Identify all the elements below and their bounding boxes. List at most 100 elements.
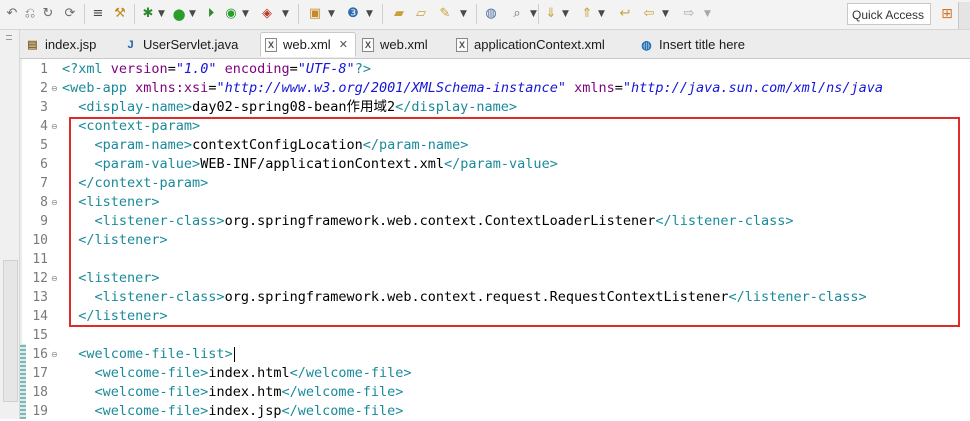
- fold-toggle-icon[interactable]: ⊖: [51, 122, 58, 131]
- code-text: <welcome-file-list>: [62, 345, 235, 364]
- coverage-dropdown-icon[interactable]: ▼: [242, 5, 249, 23]
- code-line[interactable]: 13 <listener-class>org.springframework.w…: [20, 288, 970, 307]
- open-folder-icon[interactable]: ▰: [390, 5, 408, 23]
- perspective-tab[interactable]: [958, 2, 970, 29]
- code-line[interactable]: 12 ⊖ <listener>: [20, 269, 970, 288]
- open-perspective-icon[interactable]: ⊞: [938, 5, 956, 23]
- back-arrow-dropdown-icon[interactable]: ▼: [662, 5, 669, 23]
- code-line[interactable]: 19 <welcome-file>index.jsp</welcome-file…: [20, 402, 970, 421]
- run-config-icon[interactable]: ⏵: [202, 5, 220, 23]
- code-line[interactable]: 8 ⊖ <listener>: [20, 193, 970, 212]
- code-token: "UTF-8": [297, 61, 355, 77]
- code-line[interactable]: 2 ⊖ <web-app xmlns:xsi = "http://www.w3.org/…: [20, 79, 970, 98]
- open-type-icon[interactable]: ▱: [412, 5, 430, 23]
- code-line[interactable]: 16 ⊖ <welcome-file-list>: [20, 345, 970, 364]
- forward-arrow-icon[interactable]: ⇨: [680, 5, 698, 23]
- code-token: =: [167, 61, 176, 77]
- code-token: <listener>: [78, 270, 160, 286]
- code-line[interactable]: 14 </listener>: [20, 307, 970, 326]
- previous-annotation-dropdown-icon[interactable]: ▼: [598, 5, 605, 23]
- code-line[interactable]: 18 <welcome-file>index.htm</welcome-file…: [20, 383, 970, 402]
- tab-userservlet-java[interactable]: J UserServlet.java: [120, 32, 260, 57]
- previous-annotation-icon[interactable]: ⇑: [578, 5, 596, 23]
- back-icon[interactable]: ↶: [4, 5, 20, 23]
- code-text: <listener-class>org.springframework.web.…: [62, 288, 867, 307]
- forward-arrow-dropdown-icon[interactable]: ▼: [704, 5, 711, 23]
- next-annotation-dropdown-icon[interactable]: ▼: [562, 5, 569, 23]
- fold-toggle-icon[interactable]: ⊖: [51, 274, 58, 283]
- xml-editor[interactable]: 1 <?xml version="1.0" encoding="UTF-8"?> 2…: [20, 59, 970, 419]
- code-token: </listener>: [78, 308, 168, 324]
- tab-web-xml[interactable]: X web.xml: [358, 32, 448, 57]
- tab-label: web.xml: [380, 37, 428, 52]
- editor-tab-bar: ▤ index.jsp J UserServlet.java X web.xml…: [20, 30, 970, 59]
- code-line[interactable]: 11: [20, 250, 970, 269]
- code-token: ?>: [354, 61, 371, 77]
- undo-icon[interactable]: ⎌: [22, 5, 38, 23]
- build-icon[interactable]: ⚒: [112, 5, 128, 23]
- code-token: =: [289, 61, 298, 77]
- code-text: </context-param>: [62, 174, 208, 193]
- redo-icon[interactable]: ↻: [40, 5, 56, 23]
- search-icon[interactable]: ⌕: [508, 5, 526, 23]
- coverage-icon[interactable]: ◉: [222, 5, 240, 23]
- quick-access-input[interactable]: Quick Access: [847, 3, 931, 25]
- fold-toggle-icon[interactable]: ⊖: [51, 350, 58, 359]
- globe-icon[interactable]: ◍: [482, 5, 500, 23]
- code-line[interactable]: 6 <param-value>WEB-INF/applicationContex…: [20, 155, 970, 174]
- left-panel-scrollbar[interactable]: [3, 260, 18, 402]
- code-line[interactable]: 3 <display-name>day02-spring08-bean作用域2<…: [20, 98, 970, 117]
- pencil-dropdown-icon[interactable]: ▼: [460, 5, 467, 23]
- tab-label: web.xml: [283, 37, 331, 52]
- tab-label: UserServlet.java: [143, 37, 239, 52]
- last-edit-icon[interactable]: ↩: [616, 5, 634, 23]
- debug-dropdown-icon[interactable]: ▼: [158, 5, 165, 23]
- pencil-icon[interactable]: ✎: [436, 5, 454, 23]
- new-server-dropdown-icon[interactable]: ▼: [328, 5, 335, 23]
- tab-index-jsp[interactable]: ▤ index.jsp: [22, 32, 118, 57]
- code-token: <listener-class>: [94, 289, 225, 305]
- search-dropdown-icon[interactable]: ▼: [530, 5, 537, 23]
- new-class-dropdown-icon[interactable]: ▼: [366, 5, 373, 23]
- tab-insert-title-here[interactable]: ◍ Insert title here: [636, 32, 776, 57]
- toolbar-separator: [298, 4, 299, 24]
- code-line[interactable]: 17 <welcome-file>index.html</welcome-fil…: [20, 364, 970, 383]
- code-line[interactable]: 10 </listener>: [20, 231, 970, 250]
- line-number: 2: [40, 81, 48, 96]
- code-token: </listener>: [78, 232, 168, 248]
- run-icon[interactable]: ●: [170, 5, 188, 23]
- code-line[interactable]: 15: [20, 326, 970, 345]
- java-file-icon: J: [127, 38, 134, 51]
- code-line[interactable]: 5 <param-name>contextConfigLocation</par…: [20, 136, 970, 155]
- new-class-icon[interactable]: ❸: [344, 5, 362, 23]
- code-text: </listener>: [62, 231, 168, 250]
- code-token: index.html: [208, 365, 290, 381]
- code-line[interactable]: 7 </context-param>: [20, 174, 970, 193]
- code-text: <listener>: [62, 269, 160, 288]
- menu-lines-icon[interactable]: ≡: [90, 5, 106, 23]
- line-number: 14: [32, 309, 48, 324]
- next-annotation-icon[interactable]: ⇓: [542, 5, 560, 23]
- code-token: day02-spring08-bean作用域2: [192, 99, 396, 115]
- xml-file-icon: X: [362, 37, 374, 52]
- close-icon[interactable]: ✕: [339, 38, 348, 51]
- fold-toggle-icon[interactable]: ⊖: [51, 84, 58, 93]
- external-tools-icon[interactable]: ◈: [258, 5, 276, 23]
- external-tools-dropdown-icon[interactable]: ▼: [282, 5, 289, 23]
- code-line[interactable]: 4 ⊖ <context-param>: [20, 117, 970, 136]
- debug-icon[interactable]: ✱: [140, 5, 156, 23]
- new-server-icon[interactable]: ▣: [306, 5, 324, 23]
- fold-toggle-icon[interactable]: ⊖: [51, 198, 58, 207]
- code-line[interactable]: 1 <?xml version="1.0" encoding="UTF-8"?>: [20, 60, 970, 79]
- code-token: "http://www.w3.org/2001/XMLSchema-instan…: [216, 80, 566, 96]
- code-line[interactable]: 9 <listener-class>org.springframework.we…: [20, 212, 970, 231]
- back-arrow-icon[interactable]: ⇦: [640, 5, 658, 23]
- code-text: <?xml version="1.0" encoding="UTF-8"?>: [62, 60, 371, 79]
- run-dropdown-icon[interactable]: ▼: [189, 5, 196, 23]
- tab-web-xml-active[interactable]: X web.xml ✕: [260, 32, 356, 57]
- line-number: 19: [32, 404, 48, 419]
- tab-label: applicationContext.xml: [474, 37, 605, 52]
- tab-applicationcontext-xml[interactable]: X applicationContext.xml: [452, 32, 634, 57]
- refresh-icon[interactable]: ⟳: [62, 5, 78, 23]
